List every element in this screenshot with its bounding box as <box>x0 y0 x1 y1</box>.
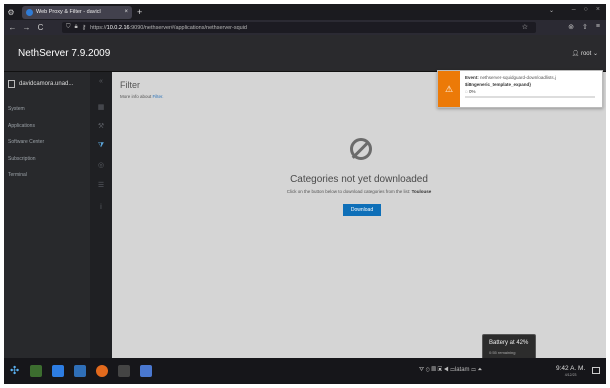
category-list-name: Toulouse <box>411 189 432 194</box>
spinner-icon: ◌ <box>465 89 468 94</box>
browser-tab-strip: ⚙ Web Proxy & Filter - davicl × + ⌄ – ○ … <box>4 4 606 20</box>
battery-remaining: 0:55 remaining <box>489 350 516 355</box>
store-app-icon[interactable] <box>52 365 64 377</box>
clock[interactable]: 9:42 A. M. 4/12/23 <box>556 365 585 377</box>
new-tab-button[interactable]: + <box>137 7 142 17</box>
empty-state-text: Click on the button below to download ca… <box>112 189 606 194</box>
url-host: 10.0.2.16 <box>106 24 130 31</box>
files-app-icon[interactable] <box>74 365 86 377</box>
subtitle-text: More info about <box>120 94 152 99</box>
taskbar: ✣ ⛛ ⊙ ▤ ▣ ◀ ▭latam ▭ ⏶ 9:42 A. M. 4/12/23 <box>4 358 606 384</box>
tab-list-icon[interactable]: ⌄ <box>549 7 554 14</box>
firefox-app-icon[interactable] <box>96 365 108 377</box>
screen: ⚙ Web Proxy & Filter - davicl × + ⌄ – ○ … <box>4 4 606 384</box>
app-icon-rail: « ▦ ⚒ ⧩ ◎ ☰ ⅰ <box>90 72 112 358</box>
url-bar[interactable]: ⛉ 🔒︎ ⚷ https://10.0.2.16:9090/nethserver… <box>62 22 536 33</box>
main-content: Filter More info about Filter. Categorie… <box>112 72 606 358</box>
server-icon <box>8 80 15 88</box>
display-icon[interactable]: ▣ <box>438 367 443 373</box>
list-icon[interactable]: ☰ <box>97 182 105 190</box>
bookmark-star-icon[interactable]: ☆ <box>522 23 528 31</box>
shield-icon[interactable]: ⛉ <box>66 24 71 31</box>
nethserver-favicon-icon <box>26 8 33 16</box>
progress-bar <box>465 96 595 98</box>
notification-progress-text: ◌ 0% <box>465 89 475 94</box>
ban-icon <box>350 138 372 160</box>
forward-button[interactable]: → <box>21 23 32 32</box>
tab-title: Web Proxy & Filter - davicl <box>36 9 101 15</box>
battery-title: Battery at 42% <box>489 340 529 346</box>
browser-menu-icon[interactable]: ⚙ <box>4 4 18 20</box>
toolbar-right: ⊚ ⇧ ≡ <box>568 23 600 31</box>
globe-icon[interactable]: ◎ <box>97 162 105 170</box>
event-label: Event: <box>465 75 479 80</box>
sidebar-item-terminal[interactable]: Terminal <box>8 172 27 178</box>
settings-icon[interactable]: ⊙ <box>426 367 430 373</box>
dashboard-icon[interactable]: ▦ <box>97 104 105 112</box>
network-icon[interactable]: ⛛ <box>419 367 424 373</box>
start-icon[interactable]: ✣ <box>10 365 22 377</box>
back-button[interactable]: ← <box>7 23 18 32</box>
sidebar-item-system[interactable]: System <box>8 106 25 112</box>
url-text[interactable]: https://10.0.2.16:9090/nethserver#/appli… <box>90 25 247 31</box>
chevron-down-icon: ⌄ <box>592 51 598 57</box>
close-window-icon[interactable]: × <box>596 6 600 13</box>
url-prefix: https:// <box>90 24 107 31</box>
warning-icon: ⚠ <box>438 71 460 107</box>
terminal-app-icon[interactable] <box>30 365 42 377</box>
browser-tab[interactable]: Web Proxy & Filter - davicl × <box>22 5 132 19</box>
battery-tooltip: Battery at 42% 0:55 remaining <box>482 334 536 360</box>
sidebar-item-applications[interactable]: Applications <box>8 123 35 129</box>
page-subtitle: More info about Filter. <box>120 94 164 99</box>
minimize-icon[interactable]: – <box>572 6 576 13</box>
clock-time: 9:42 A. M. <box>556 365 586 372</box>
progress-percent: 0% <box>468 89 476 94</box>
battery-icon[interactable]: ▭ <box>471 367 476 373</box>
window-controls: – ○ × <box>572 6 600 13</box>
media-app-icon[interactable] <box>118 365 130 377</box>
user-name: root <box>580 51 592 57</box>
system-tray: ⛛ ⊙ ▤ ▣ ◀ ▭latam ▭ ⏶ <box>419 367 482 374</box>
extensions-icon[interactable]: ⇧ <box>582 23 588 31</box>
browser-nav-bar: ← → C ⛉ 🔒︎ ⚷ https://10.0.2.16:9090/neth… <box>4 20 606 35</box>
lock-icon[interactable]: 🔒︎ <box>75 24 78 31</box>
docs-app-icon[interactable] <box>140 365 152 377</box>
keyboard-layout[interactable]: latam <box>455 367 470 373</box>
key-icon: ⚷ <box>81 25 87 31</box>
hamburger-menu-icon[interactable]: ≡ <box>596 23 600 31</box>
volume-icon[interactable]: ◀ <box>444 367 449 373</box>
reload-button[interactable]: C <box>35 23 46 32</box>
tray-up-icon[interactable]: ⏶ <box>477 367 482 373</box>
host-selector[interactable]: davidcamora.unad... <box>8 78 86 90</box>
clock-date: 4/12/23 <box>564 373 577 377</box>
event-notification[interactable]: ⚠ Event: nethserver-squidguard-downloadl… <box>437 70 603 108</box>
notification-event: Event: nethserver-squidguard-downloadlis… <box>465 75 556 80</box>
sidebar-item-software-center[interactable]: Software Center <box>8 139 44 145</box>
page-title: Filter <box>120 80 140 90</box>
user-icon: 👤︎ <box>571 51 580 57</box>
sidebar: davidcamora.unad... System Applications … <box>4 72 90 358</box>
filter-icon[interactable]: ⧩ <box>97 142 105 150</box>
empty-state-title: Categories not yet downloaded <box>290 174 428 185</box>
url-path: :9090/nethserver#/applications/nethserve… <box>129 24 247 31</box>
tab-close-icon[interactable]: × <box>124 9 128 15</box>
wrench-icon[interactable]: ⚒ <box>97 123 105 131</box>
sidebar-item-subscription[interactable]: Subscription <box>8 156 36 162</box>
download-button[interactable]: Download <box>343 204 381 216</box>
pocket-icon[interactable]: ⊚ <box>568 23 574 31</box>
clipboard-icon[interactable]: ▤ <box>431 367 436 373</box>
collapse-icon[interactable]: « <box>97 78 105 86</box>
maximize-icon[interactable]: ○ <box>584 6 588 13</box>
show-desktop-icon[interactable] <box>592 367 600 374</box>
filter-info-link[interactable]: Filter. <box>153 94 164 99</box>
event-value: nethserver-squidguard-downloadlists.j <box>480 75 556 80</box>
info-icon[interactable]: ⅰ <box>97 204 105 212</box>
user-menu[interactable]: 👤︎ root ⌄ <box>572 50 598 57</box>
notification-template: $i8ngeneric_template_expand} <box>465 82 532 87</box>
brand-title: NethServer 7.9.2009 <box>18 48 111 59</box>
host-name: davidcamora.unad... <box>19 81 74 87</box>
nethserver-header: NethServer 7.9.2009 👤︎ root ⌄ <box>4 35 606 72</box>
empty-state-desc: Click on the button below to download ca… <box>286 189 411 194</box>
